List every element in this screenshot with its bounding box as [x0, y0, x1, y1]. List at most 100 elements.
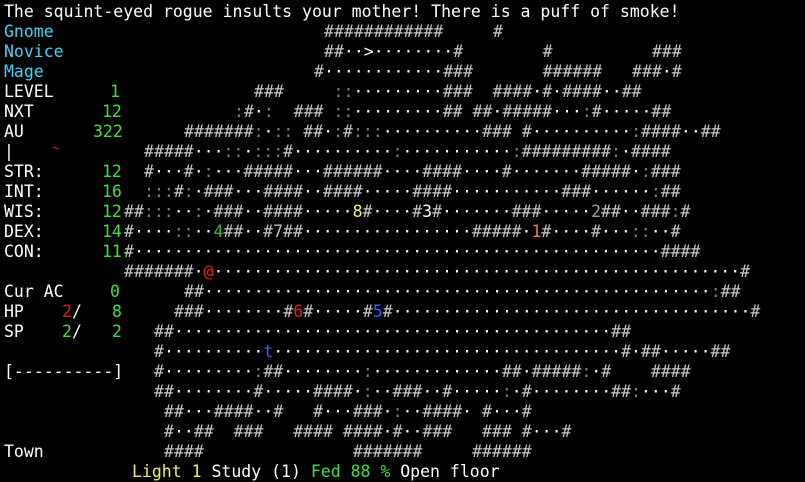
- map-tile: ·: [332, 342, 343, 361]
- map-tile: ·: [343, 42, 354, 61]
- map-tile: [224, 422, 234, 441]
- map-tile: ·: [253, 402, 264, 421]
- map-tile: [462, 442, 472, 461]
- map-tile: #: [383, 22, 394, 41]
- map-tile: ·: [442, 262, 452, 281]
- map-tile: ·: [621, 122, 632, 141]
- map-tile: [293, 402, 303, 421]
- nxt-value: 12: [102, 102, 122, 121]
- map-tile: ·: [283, 342, 294, 361]
- map-tile: #: [223, 202, 234, 221]
- map-tile: ·: [312, 222, 323, 241]
- map-tile: #: [372, 422, 383, 441]
- map-tile: ·: [363, 102, 374, 121]
- map-tile: ·: [213, 242, 224, 261]
- map-tile: #: [720, 282, 731, 301]
- map-tile: ·: [372, 342, 383, 361]
- player-glyph: @: [203, 262, 214, 281]
- map-tile: ·: [372, 362, 383, 381]
- map-tile: ·: [392, 182, 403, 201]
- map-tile: ·: [521, 322, 532, 341]
- map-tile: ·: [461, 222, 472, 241]
- map-tile: [452, 422, 462, 441]
- map-tile: #: [482, 402, 492, 421]
- map-tile: #: [413, 22, 424, 41]
- map-tile: ·: [700, 262, 711, 281]
- map-tile: ·: [650, 382, 661, 401]
- map-tile: ·: [283, 362, 294, 381]
- map-tile: :: [343, 102, 354, 121]
- map-tile: ·: [531, 282, 542, 301]
- map-tile: [483, 42, 493, 61]
- map-tile: [513, 42, 523, 61]
- map-tile: ·: [163, 342, 174, 361]
- map-tile: ·: [501, 402, 512, 421]
- map-tile: #: [572, 82, 582, 101]
- map-tile: ·: [322, 262, 333, 281]
- map-tile: ·: [571, 262, 582, 281]
- map-tile: ·: [442, 222, 452, 241]
- map-tile: ·: [620, 242, 631, 261]
- map-tile: ·: [322, 322, 333, 341]
- map-tile: #: [442, 162, 453, 181]
- map-tile: #: [124, 202, 134, 221]
- map-tile: ·: [293, 362, 304, 381]
- map-tile: ·: [571, 202, 582, 221]
- map-tile: #: [183, 142, 194, 161]
- map-tile: #: [581, 162, 592, 181]
- map-tile: ·: [372, 142, 383, 161]
- map-tile: ·: [610, 242, 621, 261]
- map-tile: #: [442, 382, 453, 401]
- map-tile: ·: [451, 262, 462, 281]
- map-tile: ·: [223, 262, 234, 281]
- map-tile: ·: [532, 82, 543, 101]
- map-tile: [313, 442, 323, 461]
- map-tile: [622, 62, 632, 81]
- map-tile: ·: [342, 142, 353, 161]
- map-tile: ·: [253, 262, 264, 281]
- map-tile: ·: [621, 142, 631, 161]
- map-tile: ·: [481, 322, 492, 341]
- map-tile: ·: [611, 282, 622, 301]
- map-tile: ·: [313, 282, 324, 301]
- map-tile: #: [640, 202, 651, 221]
- map-tile: ·: [591, 342, 602, 361]
- map-tile: ·: [293, 162, 303, 181]
- map-tile: ·: [581, 382, 592, 401]
- map-tile: ·: [243, 202, 254, 221]
- hp-label: HP: [4, 302, 24, 321]
- map-tile: [304, 82, 314, 101]
- map-tile: ·: [412, 162, 423, 181]
- map-tile: ·: [481, 202, 492, 221]
- wis-label: WIS:: [4, 202, 44, 221]
- map-tile: #: [332, 182, 343, 201]
- map-tile: [463, 22, 473, 41]
- map-tile: #: [542, 42, 553, 61]
- map-tile: :: [183, 182, 194, 201]
- map-tile: ·: [571, 242, 582, 261]
- map-tile: ·: [442, 122, 453, 141]
- map-tile: ·: [413, 82, 423, 101]
- store-entrance-glyph: 3: [422, 202, 433, 221]
- map-tile: :: [650, 182, 661, 201]
- map-tile: #: [273, 202, 283, 221]
- map-tile: #: [432, 202, 442, 221]
- map-tile: ·: [551, 222, 562, 241]
- map-tile: ·: [442, 282, 453, 301]
- map-tile: #: [601, 162, 612, 181]
- map-tile: ·: [173, 162, 184, 181]
- map-row: #············### ###### ###·#: [314, 62, 682, 82]
- map-row: ###········#6#·····#5#··················…: [174, 302, 760, 322]
- map-tile: [483, 82, 493, 101]
- map-tile: #: [342, 422, 353, 441]
- map-tile: ·: [203, 202, 214, 221]
- map-tile: ·: [323, 302, 333, 321]
- map-tile: ·: [203, 322, 214, 341]
- map-tile: #: [403, 22, 414, 41]
- map-row: #·······································…: [124, 242, 700, 262]
- map-tile: ·: [402, 342, 413, 361]
- map-tile: ·: [432, 142, 443, 161]
- map-tile: ·: [432, 102, 443, 121]
- map-tile: ·: [322, 202, 333, 221]
- map-tile: ·: [273, 262, 283, 281]
